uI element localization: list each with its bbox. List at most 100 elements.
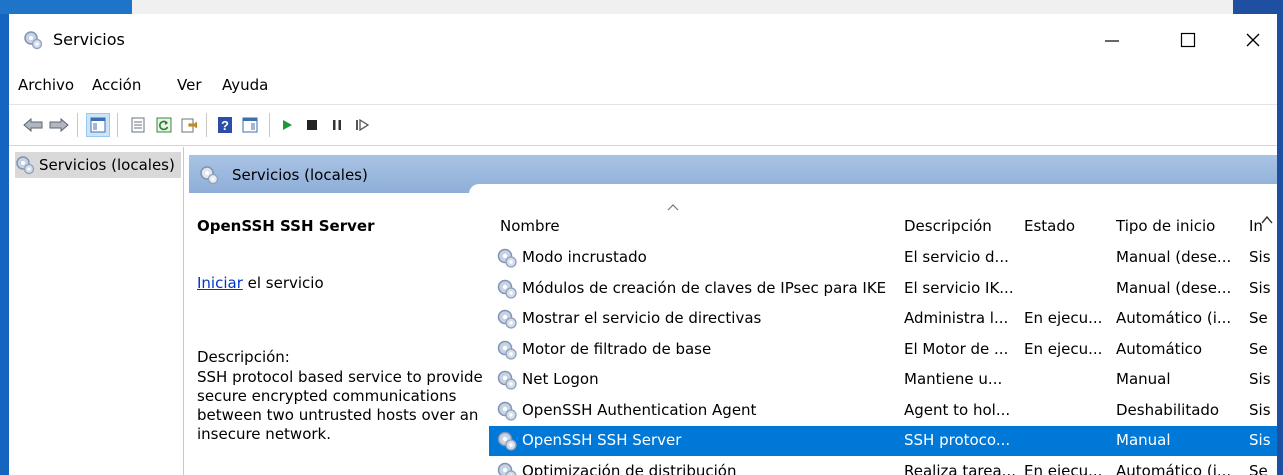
cell-startup-type: Manual (dese... — [1116, 248, 1232, 266]
service-gear-icon — [496, 430, 518, 452]
show-action-pane-button[interactable] — [238, 113, 262, 137]
forward-button[interactable] — [47, 113, 71, 137]
cell-name: Optimización de distribución — [522, 461, 737, 475]
show-console-tree-button[interactable] — [86, 113, 110, 137]
cell-status: En ejecu... — [1024, 339, 1103, 358]
service-gear-icon — [496, 278, 518, 300]
pane-header-title: Servicios (locales) — [232, 166, 368, 184]
description-label: Descripción: — [197, 348, 290, 366]
maximize-button[interactable] — [1159, 20, 1217, 60]
help-icon: ? — [218, 117, 232, 133]
cell-status: En ejecu... — [1024, 309, 1103, 327]
desktop-strip-left — [0, 0, 132, 14]
services-window: Servicios Archivo Acción Ver Ayuda ? Ser… — [9, 14, 1277, 475]
cell-startup-type: Deshabilitado — [1116, 400, 1220, 419]
cell-name: Modo incrustado — [522, 248, 647, 266]
start-service-link[interactable]: Iniciar — [197, 274, 243, 292]
cell-logon: Sis — [1249, 278, 1271, 297]
details-pane: Servicios (locales) OpenSSH SSH Server I… — [189, 147, 1277, 475]
cell-startup-type: Automático (i... — [1116, 309, 1232, 327]
desktop-strip-right — [1233, 0, 1283, 14]
tree-item-label: Servicios (locales) — [39, 156, 175, 174]
menu-ver[interactable]: Ver — [177, 76, 202, 94]
title-bar[interactable]: Servicios — [9, 14, 1277, 64]
refresh-button[interactable] — [152, 113, 176, 137]
cell-name: OpenSSH SSH Server — [522, 431, 682, 449]
window-title: Servicios — [53, 30, 125, 49]
cell-logon: Sis — [1249, 370, 1271, 388]
service-row[interactable]: OpenSSH SSH Server SSH protoco... Manual Si… — [489, 426, 1277, 456]
cell-logon: Se — [1249, 339, 1268, 358]
cell-description: Administra l... — [904, 309, 1009, 327]
toolbar-separator — [206, 113, 207, 137]
menu-ayuda[interactable]: Ayuda — [222, 76, 268, 94]
toolbar-separator — [77, 113, 78, 137]
column-header-nombre[interactable]: Nombre — [500, 217, 560, 235]
service-row[interactable]: Optimización de distribución Realiza tare… — [489, 457, 1277, 475]
header-tab-curve — [469, 184, 1277, 196]
services-gear-icon — [200, 166, 219, 185]
list-header: Nombre Descripción Estado Tipo de inicio… — [489, 199, 1277, 239]
cell-name: Mostrar el servicio de directivas — [522, 309, 762, 327]
cell-logon: Se — [1249, 461, 1268, 475]
menu-archivo[interactable]: Archivo — [18, 76, 74, 94]
sort-ascending-icon — [667, 204, 679, 211]
cell-description: El servicio IK... — [904, 278, 1014, 297]
close-icon — [1246, 33, 1260, 47]
cell-logon: Sis — [1249, 431, 1271, 449]
cell-description: El servicio d... — [904, 248, 1009, 266]
service-row[interactable]: OpenSSH Authentication Agent Agent to hol… — [489, 396, 1277, 426]
console-tree-icon — [90, 117, 106, 133]
cell-logon: Sis — [1249, 400, 1271, 419]
close-button[interactable] — [1224, 20, 1277, 60]
column-header-estado[interactable]: Estado — [1024, 217, 1075, 235]
cell-logon: Se — [1249, 309, 1268, 327]
action-pane-icon — [242, 117, 258, 133]
menu-bar: Archivo Acción Ver Ayuda — [9, 72, 1277, 100]
toolbar-separator — [269, 113, 270, 137]
cell-startup-type: Manual — [1116, 370, 1171, 388]
service-gear-icon — [496, 369, 518, 391]
start-service-suffix: el servicio — [242, 274, 324, 292]
scroll-up-icon[interactable] — [1261, 215, 1273, 225]
service-row[interactable]: Net Logon Mantiene u... Manual Sis — [489, 365, 1277, 395]
services-gear-icon — [24, 31, 43, 50]
svg-text:?: ? — [221, 118, 229, 133]
column-header-tipo-inicio[interactable]: Tipo de inicio — [1116, 217, 1215, 235]
pause-icon — [333, 120, 341, 130]
forward-arrow-icon — [49, 117, 69, 133]
selected-service-name: OpenSSH SSH Server — [197, 217, 375, 235]
restart-service-button[interactable] — [350, 113, 374, 137]
help-button[interactable]: ? — [213, 113, 237, 137]
column-header-descripcion[interactable]: Descripción — [904, 217, 992, 235]
service-row[interactable]: Motor de filtrado de base El Motor de ...… — [489, 335, 1277, 365]
desktop-left-edge — [0, 14, 9, 475]
properties-button[interactable] — [126, 113, 150, 137]
toolbar: ? — [9, 104, 1277, 146]
service-row[interactable]: Modo incrustado El servicio d... Manual (d… — [489, 243, 1277, 273]
services-list: Nombre Descripción Estado Tipo de inicio… — [489, 199, 1277, 475]
toolbar-separator — [117, 113, 118, 137]
cell-startup-type: Manual (dese... — [1116, 278, 1232, 297]
play-icon — [283, 120, 292, 130]
service-row[interactable]: Módulos de creación de claves de IPsec p… — [489, 274, 1277, 304]
stop-service-button[interactable] — [300, 113, 324, 137]
menu-accion[interactable]: Acción — [92, 76, 141, 94]
tree-item-servicios-locales[interactable]: Servicios (locales) — [15, 152, 181, 178]
minimize-button[interactable] — [1083, 20, 1141, 60]
back-arrow-icon — [23, 117, 43, 133]
stop-icon — [307, 120, 317, 130]
cell-description: El Motor de ... — [904, 339, 1009, 358]
desktop-top-strip — [0, 0, 1283, 14]
export-list-button[interactable] — [177, 113, 201, 137]
maximize-icon — [1180, 32, 1196, 48]
cell-description: SSH protoco... — [904, 431, 1011, 449]
back-button[interactable] — [21, 113, 45, 137]
service-row[interactable]: Mostrar el servicio de directivas Adminis… — [489, 304, 1277, 334]
cell-startup-type: Automático — [1116, 339, 1203, 358]
start-service-button[interactable] — [275, 113, 299, 137]
pause-service-button[interactable] — [325, 113, 349, 137]
desktop-right-edge — [1277, 14, 1283, 475]
service-gear-icon — [496, 247, 518, 269]
services-gear-icon — [16, 156, 35, 175]
